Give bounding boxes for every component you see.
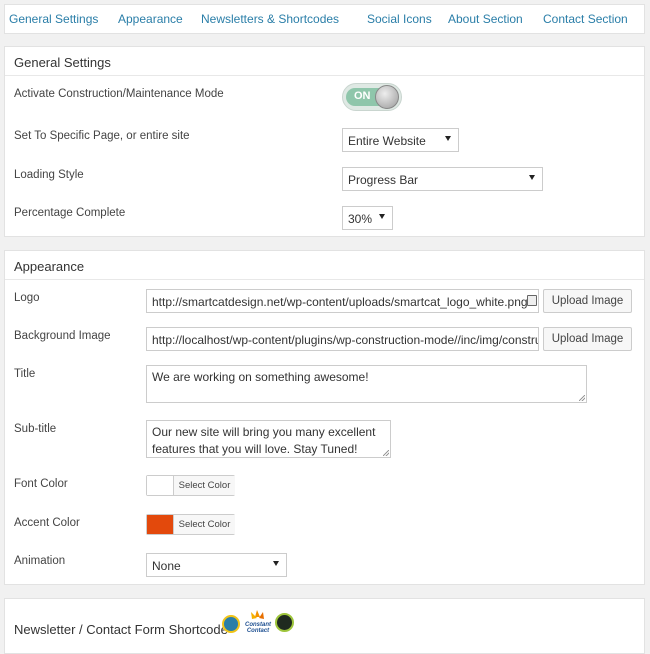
font-color-select-label: Select Color bbox=[173, 476, 235, 495]
background-upload-button[interactable]: Upload Image bbox=[543, 327, 632, 351]
scope-select[interactable]: Entire Website bbox=[342, 128, 459, 152]
tab-general-settings[interactable]: General Settings bbox=[9, 12, 98, 26]
newsletter-panel: Newsletter / Contact Form Shortcode Cons… bbox=[4, 598, 645, 654]
logo-label: Logo bbox=[14, 292, 40, 304]
title-textarea[interactable]: We are working on something awesome! bbox=[146, 365, 587, 403]
percentage-label: Percentage Complete bbox=[14, 207, 126, 219]
maintenance-mode-toggle[interactable]: ON bbox=[342, 83, 402, 111]
general-settings-panel: General Settings Activate Construction/M… bbox=[4, 46, 645, 237]
appearance-panel: Appearance Logo http://smartcatdesign.ne… bbox=[4, 250, 645, 585]
subtitle-textarea[interactable]: Our new site will bring you many excelle… bbox=[146, 420, 391, 458]
campaign-monitor-icon bbox=[275, 613, 294, 632]
background-image-input[interactable]: http://localhost/wp-content/plugins/wp-c… bbox=[146, 327, 539, 351]
general-settings-heading: General Settings bbox=[5, 47, 644, 76]
animation-select-value: None bbox=[152, 559, 181, 573]
resize-handle-icon[interactable] bbox=[383, 450, 389, 456]
tab-appearance[interactable]: Appearance bbox=[118, 12, 183, 26]
chevron-down-icon bbox=[379, 214, 385, 219]
tab-social-icons[interactable]: Social Icons bbox=[367, 12, 432, 26]
chevron-down-icon bbox=[273, 561, 279, 566]
tab-contact-section[interactable]: Contact Section bbox=[543, 12, 628, 26]
scope-select-value: Entire Website bbox=[348, 134, 426, 148]
chevron-down-icon bbox=[529, 175, 535, 180]
accent-color-select-label: Select Color bbox=[173, 515, 235, 534]
constant-contact-caption: Constant Contact bbox=[245, 622, 271, 634]
logo-url-input[interactable]: http://smartcatdesign.net/wp-content/upl… bbox=[146, 289, 539, 313]
subtitle-label: Sub-title bbox=[14, 423, 57, 435]
font-color-picker[interactable]: Select Color bbox=[146, 475, 235, 496]
accent-color-swatch bbox=[147, 515, 173, 534]
constant-contact-logo-icon: Constant Contact bbox=[243, 609, 273, 635]
chevron-down-icon bbox=[445, 136, 451, 141]
title-value: We are working on something awesome! bbox=[152, 370, 369, 384]
newsletter-heading: Newsletter / Contact Form Shortcode bbox=[14, 622, 228, 637]
tab-about-section[interactable]: About Section bbox=[448, 12, 523, 26]
loading-style-select[interactable]: Progress Bar bbox=[342, 167, 543, 191]
logo-upload-button[interactable]: Upload Image bbox=[543, 289, 632, 313]
animation-label: Animation bbox=[14, 555, 66, 567]
maintenance-mode-label: Activate Construction/Maintenance Mode bbox=[14, 88, 224, 100]
background-image-label: Background Image bbox=[14, 330, 111, 342]
accent-color-label: Accent Color bbox=[14, 517, 80, 529]
logo-url-value: http://smartcatdesign.net/wp-content/upl… bbox=[152, 295, 528, 309]
autofill-icon[interactable] bbox=[527, 295, 537, 306]
accent-color-picker[interactable]: Select Color bbox=[146, 514, 235, 535]
title-label: Title bbox=[14, 368, 36, 380]
mailchimp-icon bbox=[222, 615, 240, 633]
loading-style-select-value: Progress Bar bbox=[348, 173, 419, 187]
background-image-value: http://localhost/wp-content/plugins/wp-c… bbox=[152, 333, 538, 347]
animation-select[interactable]: None bbox=[146, 553, 287, 577]
percentage-select-value: 30% bbox=[348, 212, 373, 226]
toggle-knob-icon bbox=[375, 85, 399, 109]
loading-style-label: Loading Style bbox=[14, 169, 84, 181]
percentage-select[interactable]: 30% bbox=[342, 206, 393, 230]
settings-tab-bar: General Settings Appearance Newsletters … bbox=[4, 4, 645, 34]
font-color-label: Font Color bbox=[14, 478, 68, 490]
appearance-heading: Appearance bbox=[5, 251, 644, 280]
resize-handle-icon[interactable] bbox=[579, 395, 585, 401]
subtitle-value: Our new site will bring you many excelle… bbox=[152, 425, 376, 456]
font-color-swatch bbox=[147, 476, 173, 495]
scope-label: Set To Specific Page, or entire site bbox=[14, 130, 190, 142]
tab-newsletters-shortcodes[interactable]: Newsletters & Shortcodes bbox=[201, 12, 339, 26]
